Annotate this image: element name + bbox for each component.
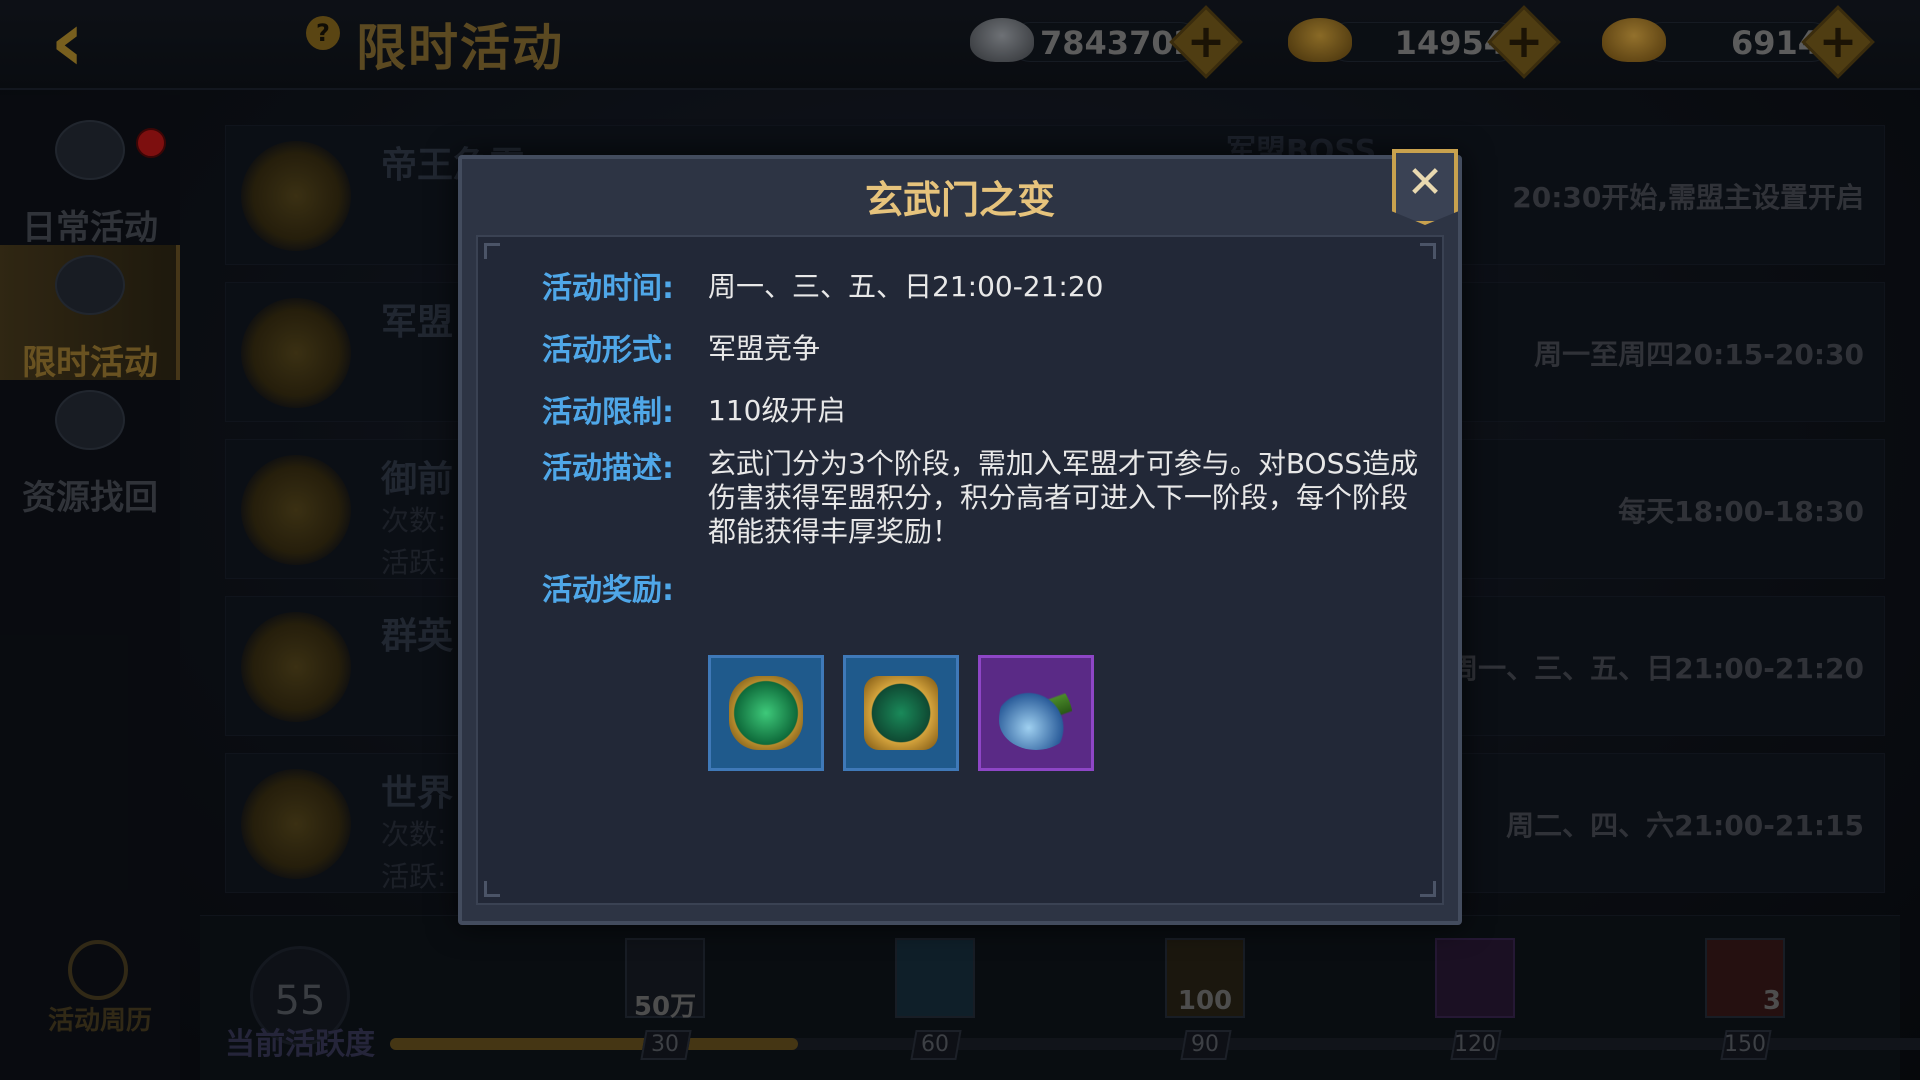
form-value: 军盟竞争 xyxy=(708,332,821,365)
corner-ornament xyxy=(1420,243,1436,259)
reward-item[interactable] xyxy=(978,655,1094,771)
modal-content: 活动时间: 周一、三、五、日21:00-21:20 活动形式: 军盟竞争 活动限… xyxy=(476,235,1444,905)
gold-medal-icon xyxy=(864,676,938,750)
limit-value: 110级开启 xyxy=(708,394,846,427)
close-icon: ✕ xyxy=(1406,157,1444,208)
form-label: 活动形式: xyxy=(542,333,674,368)
limit-label: 活动限制: xyxy=(542,395,674,430)
activity-detail-modal: 玄武门之变 ✕ 活动时间: 周一、三、五、日21:00-21:20 活动形式: … xyxy=(458,149,1462,925)
close-button[interactable]: ✕ xyxy=(1392,149,1458,225)
reward-item[interactable] xyxy=(843,655,959,771)
reward-item[interactable] xyxy=(708,655,824,771)
game-screen: { "topbar": { "title": "限时活动", "help_ico… xyxy=(0,0,1920,1080)
time-label: 活动时间: xyxy=(542,271,674,306)
corner-ornament xyxy=(484,881,500,897)
corner-ornament xyxy=(1420,881,1436,897)
desc-value: 玄武门分为3个阶段，需加入军盟才可参与。对BOSS造成伤害获得军盟积分，积分高者… xyxy=(708,447,1419,548)
reward-label: 活动奖励: xyxy=(542,573,674,608)
time-value: 周一、三、五、日21:00-21:20 xyxy=(708,270,1104,303)
jade-token-icon xyxy=(729,676,803,750)
modal-title: 玄武门之变 xyxy=(864,178,1055,222)
corner-ornament xyxy=(484,243,500,259)
desc-label: 活动描述: xyxy=(542,451,674,486)
vase-icon xyxy=(999,676,1073,750)
